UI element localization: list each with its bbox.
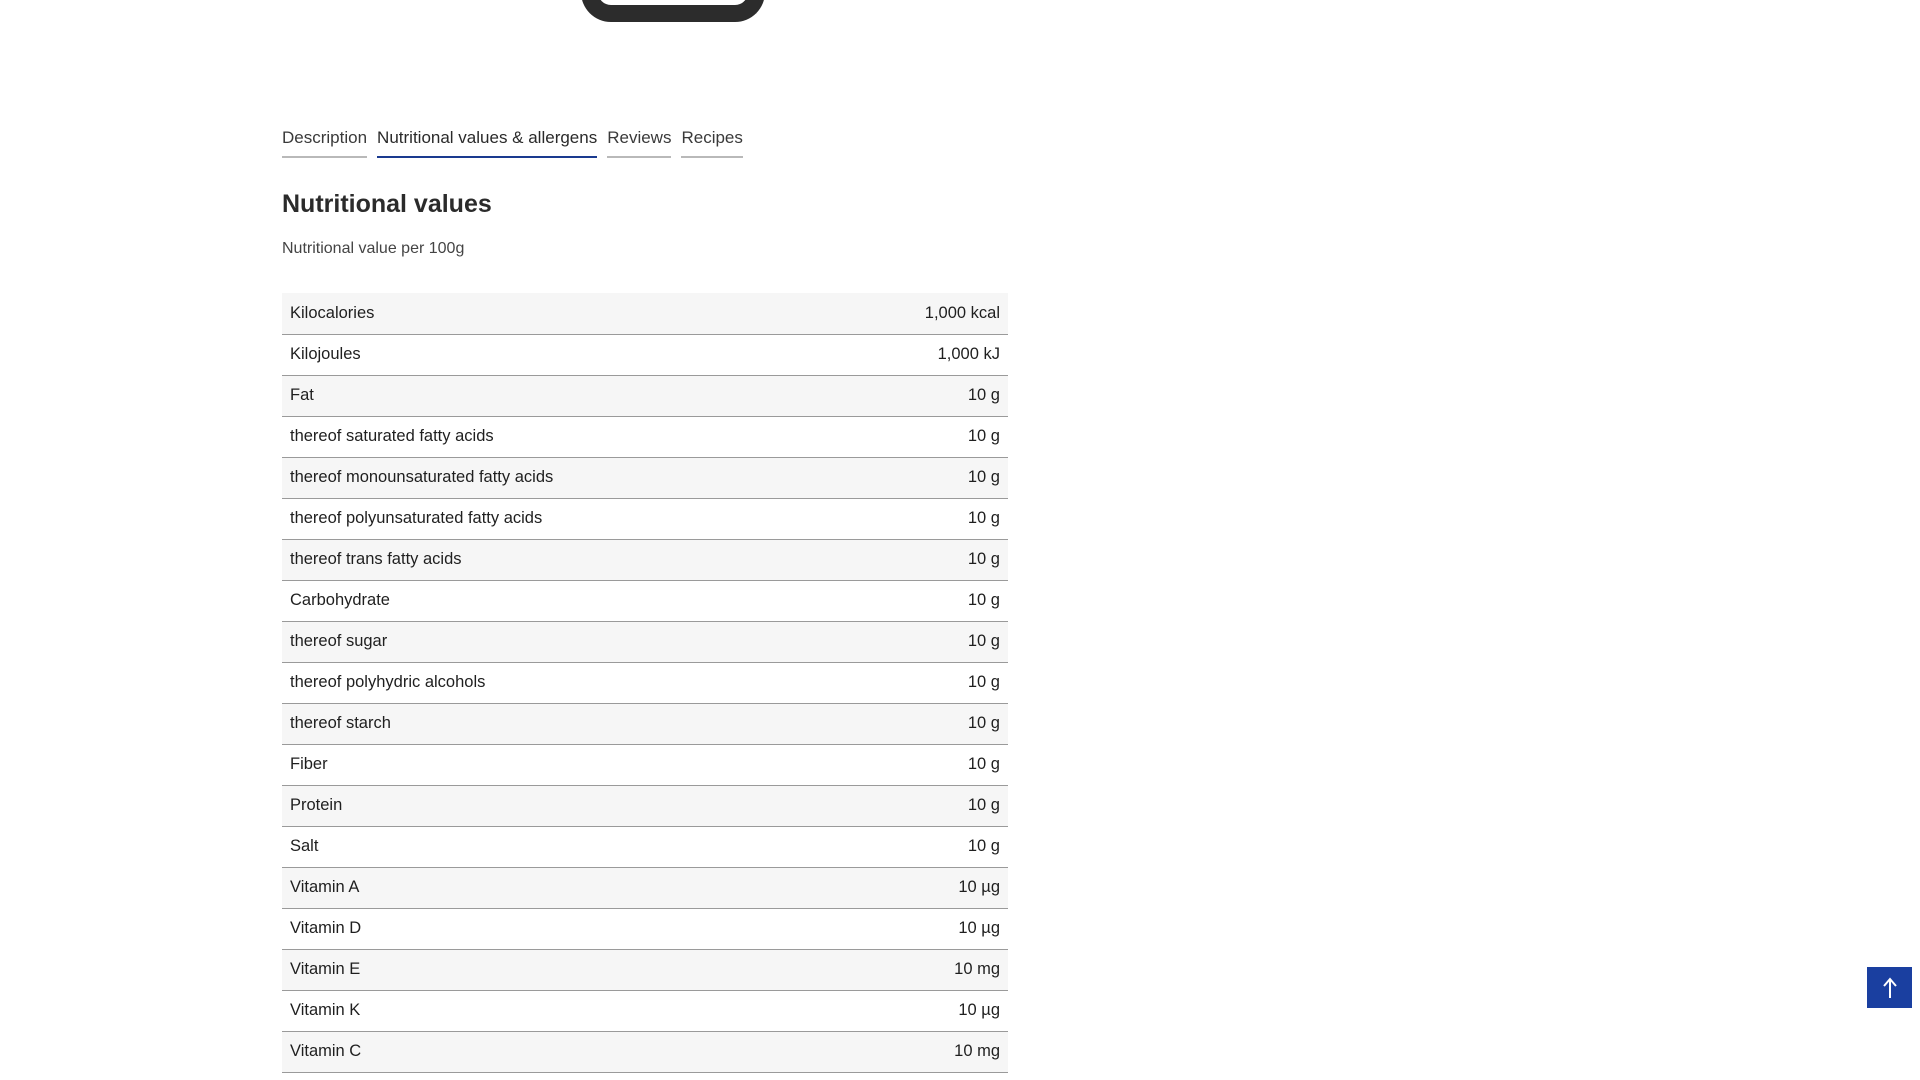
nutrient-value: 10 g — [829, 744, 1008, 786]
scroll-to-top-button[interactable] — [1867, 967, 1912, 1008]
tab-description[interactable]: Description — [282, 126, 368, 158]
nutrient-name: Vitamin C — [282, 1031, 830, 1073]
table-row: thereof monounsaturated fatty acids 10 g — [282, 457, 1008, 499]
nutrient-name: Vitamin D — [282, 908, 830, 950]
product-tabs: Description Nutritional values & allerge… — [282, 126, 743, 158]
nutrient-name: thereof polyunsaturated fatty acids — [282, 498, 830, 540]
nutrient-name: thereof polyhydric alcohols — [282, 662, 830, 704]
table-row: Kilocalories 1,000 kcal — [282, 293, 1008, 335]
nutrient-value: 10 g — [829, 826, 1008, 868]
table-row: Vitamin C 10 mg — [282, 1031, 1008, 1073]
table-row: Vitamin A 10 µg — [282, 867, 1008, 909]
table-row: Fat 10 g — [282, 375, 1008, 417]
table-row: thereof trans fatty acids 10 g — [282, 539, 1008, 581]
nutrient-name: Vitamin A — [282, 867, 830, 909]
table-row: Fiber 10 g — [282, 744, 1008, 786]
nutrient-value: 10 g — [829, 703, 1008, 745]
nutrient-name: Vitamin E — [282, 949, 830, 991]
nutrient-value: 10 mg — [829, 949, 1008, 991]
nutrient-name: Carbohydrate — [282, 580, 830, 622]
nutrient-name: Protein — [282, 785, 830, 827]
tab-reviews[interactable]: Reviews — [607, 126, 672, 158]
table-row: Salt 10 g — [282, 826, 1008, 868]
table-row: thereof polyhydric alcohols 10 g — [282, 662, 1008, 704]
nutrient-name: thereof sugar — [282, 621, 830, 663]
tab-nutritional-values-allergens[interactable]: Nutritional values & allergens — [377, 126, 598, 158]
nutrient-value: 10 g — [829, 662, 1008, 704]
table-row: thereof sugar 10 g — [282, 621, 1008, 663]
nutrient-value: 10 mg — [829, 1031, 1008, 1073]
table-row: Vitamin K 10 µg — [282, 990, 1008, 1032]
nutrition-table: Kilocalories 1,000 kcal Kilojoules 1,000 kJ… — [282, 293, 1008, 1073]
nutrient-value: 10 µg — [829, 867, 1008, 909]
table-row: Vitamin D 10 µg — [282, 908, 1008, 950]
nutrient-name: thereof starch — [282, 703, 830, 745]
nutrient-name: Kilocalories — [282, 293, 830, 335]
nutrient-value: 10 g — [829, 785, 1008, 827]
nutrient-value: 1,000 kJ — [829, 334, 1008, 376]
nutrient-name: Kilojoules — [282, 334, 830, 376]
nutrient-value: 10 µg — [829, 908, 1008, 950]
nutrient-value: 10 g — [829, 416, 1008, 458]
table-row: Protein 10 g — [282, 785, 1008, 827]
nutrient-name: Fiber — [282, 744, 830, 786]
nutrient-value: 10 g — [829, 580, 1008, 622]
table-row: thereof starch 10 g — [282, 703, 1008, 745]
table-row: Vitamin E 10 mg — [282, 949, 1008, 991]
nutrient-value: 10 µg — [829, 990, 1008, 1032]
table-row: Kilojoules 1,000 kJ — [282, 334, 1008, 376]
nutrient-name: thereof saturated fatty acids — [282, 416, 830, 458]
nutrient-value: 10 g — [829, 498, 1008, 540]
nutrient-name: thereof monounsaturated fatty acids — [282, 457, 830, 499]
nutrient-value: 1,000 kcal — [829, 293, 1008, 335]
nutrient-value: 10 g — [829, 375, 1008, 417]
table-row: thereof saturated fatty acids 10 g — [282, 416, 1008, 458]
tab-recipes[interactable]: Recipes — [681, 126, 743, 158]
nutrient-value: 10 g — [829, 457, 1008, 499]
section-title: Nutritional values — [282, 190, 492, 218]
table-row: thereof polyunsaturated fatty acids 10 g — [282, 498, 1008, 540]
arrow-up-icon — [1882, 976, 1897, 998]
nutrient-value: 10 g — [829, 621, 1008, 663]
nutrient-name: thereof trans fatty acids — [282, 539, 830, 581]
nutrient-name: Fat — [282, 375, 830, 417]
nutrient-name: Vitamin K — [282, 990, 830, 1032]
table-row: Carbohydrate 10 g — [282, 580, 1008, 622]
nutrient-name: Salt — [282, 826, 830, 868]
product-image — [581, 0, 765, 22]
nutrition-table-body: Kilocalories 1,000 kcal Kilojoules 1,000 kJ… — [282, 293, 1008, 1073]
nutrient-value: 10 g — [829, 539, 1008, 581]
section-subtitle: Nutritional value per 100g — [282, 240, 465, 257]
